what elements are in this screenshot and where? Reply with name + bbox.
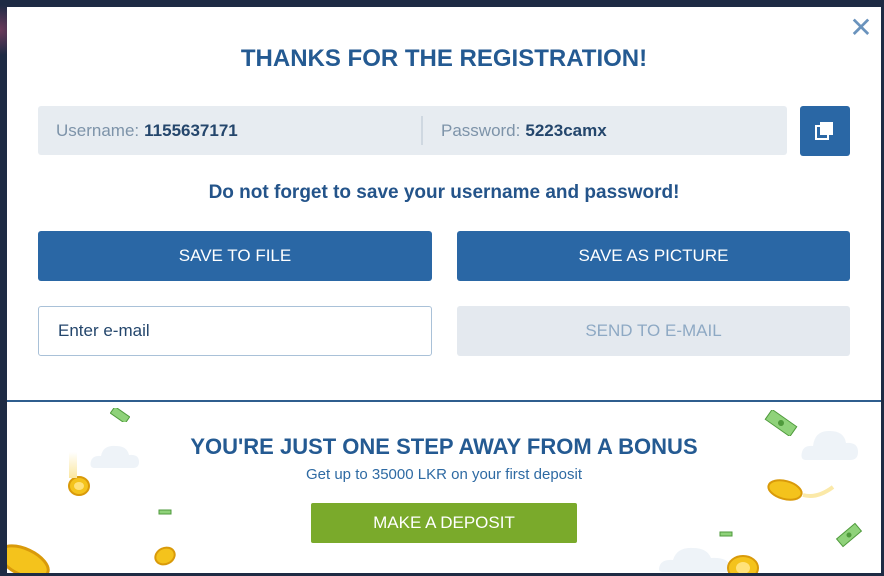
copy-icon — [815, 122, 833, 140]
make-deposit-button[interactable]: MAKE A DEPOSIT — [311, 503, 577, 543]
promo-subtitle: Get up to 35000 LKR on your first deposi… — [306, 466, 582, 483]
password-label: Password: — [441, 121, 521, 140]
email-input[interactable] — [38, 306, 432, 356]
promo-title: YOU'RE JUST ONE STEP AWAY FROM A BONUS — [190, 434, 698, 459]
credentials-divider — [421, 116, 423, 145]
username-field: Username: 1155637171 — [56, 106, 238, 155]
coin-icon — [727, 555, 759, 573]
banknote-icon — [764, 410, 798, 436]
cloud-icon — [659, 547, 732, 572]
send-to-email-button[interactable]: SEND TO E-MAIL — [457, 306, 850, 356]
save-to-file-button[interactable]: SAVE TO FILE — [38, 231, 432, 281]
coin-icon — [154, 546, 176, 566]
save-reminder: Do not forget to save your username and … — [208, 182, 680, 203]
modal-title: THANKS FOR THE REGISTRATION! — [240, 45, 648, 72]
bonus-promo: YOU'RE JUST ONE STEP AWAY FROM A BONUS G… — [7, 402, 881, 573]
username-value: 1155637171 — [144, 121, 238, 140]
password-field: Password: 5223camx — [441, 106, 607, 155]
username-label: Username: — [56, 121, 140, 140]
save-as-picture-button[interactable]: SAVE AS PICTURE — [457, 231, 850, 281]
banknote-icon — [835, 522, 863, 548]
registration-modal: ✕ THANKS FOR THE REGISTRATION! Username:… — [7, 7, 881, 573]
banknote-icon — [110, 408, 130, 422]
coin-icon — [7, 544, 50, 573]
banknote-icon — [158, 509, 172, 515]
password-value: 5223camx — [525, 121, 607, 140]
close-icon[interactable]: ✕ — [849, 14, 873, 42]
banknote-icon — [719, 531, 733, 537]
credentials-box: Username: 1155637171 Password: 5223camx — [38, 106, 787, 155]
copy-credentials-button[interactable] — [800, 106, 850, 156]
